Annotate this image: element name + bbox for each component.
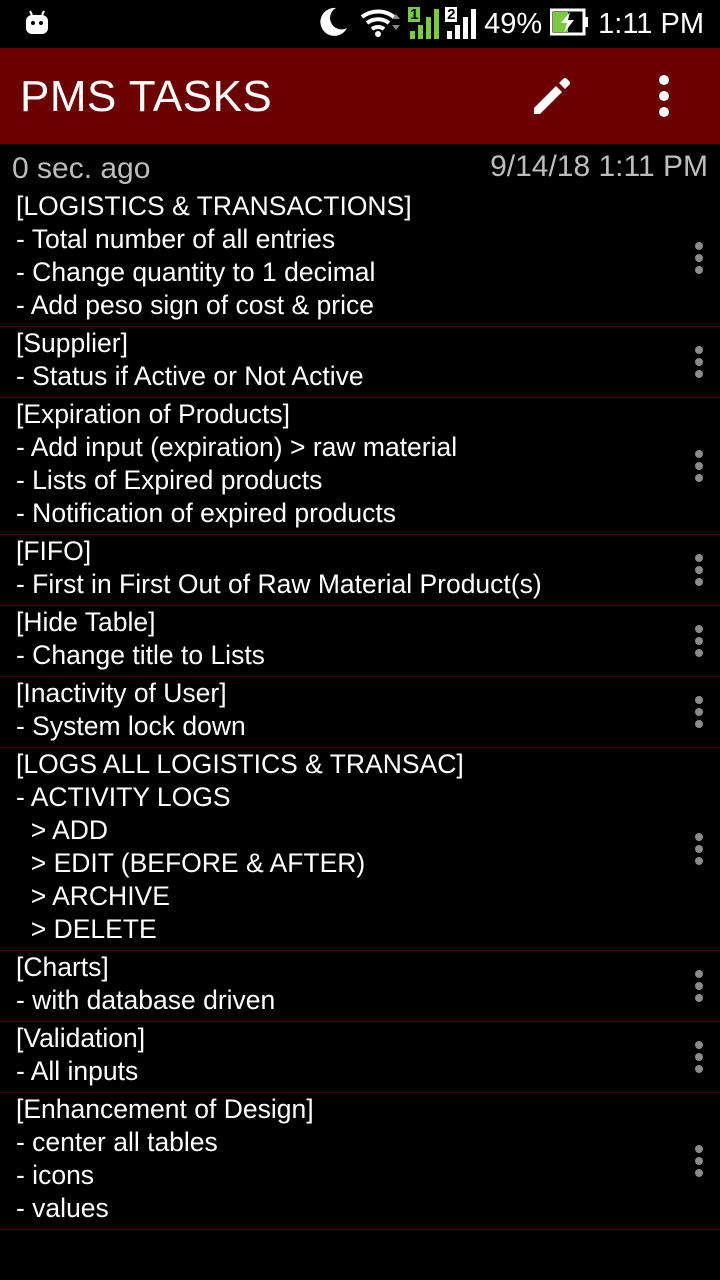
page-title: PMS TASKS bbox=[20, 72, 273, 121]
task-title: [Supplier] bbox=[16, 328, 128, 358]
overflow-menu-button[interactable] bbox=[640, 70, 688, 126]
task-options-button[interactable] bbox=[692, 831, 706, 867]
more-vert-icon bbox=[695, 554, 703, 586]
task-options-button[interactable] bbox=[692, 552, 706, 588]
task-title: [FIFO] bbox=[16, 536, 92, 566]
task-line: - with database driven bbox=[16, 985, 276, 1015]
task-title: [Validation] bbox=[16, 1023, 146, 1053]
task-list: [LOGISTICS & TRANSACTIONS] - Total number… bbox=[0, 190, 720, 1230]
clock: 1:11 PM bbox=[598, 7, 704, 40]
last-sync-datetime: 9/14/18 1:11 PM bbox=[490, 150, 708, 183]
app-bar: PMS TASKS bbox=[0, 48, 720, 144]
task-line: - All inputs bbox=[16, 1056, 139, 1086]
more-vert-icon bbox=[695, 1145, 703, 1177]
more-vert-icon bbox=[695, 625, 703, 657]
pencil-icon bbox=[528, 72, 576, 125]
task-item[interactable]: [Charts] - with database driven bbox=[0, 951, 720, 1022]
task-options-button[interactable] bbox=[692, 240, 706, 276]
more-vert-icon bbox=[695, 1041, 703, 1073]
task-line: > ARCHIVE bbox=[16, 881, 170, 911]
task-line: > EDIT (BEFORE & AFTER) bbox=[16, 848, 366, 878]
task-item[interactable]: [Hide Table] - Change title to Lists bbox=[0, 606, 720, 677]
status-bar: 1 2 49% 1:11 PM bbox=[0, 0, 720, 48]
task-line: - Total number of all entries bbox=[16, 224, 336, 254]
task-item[interactable]: [Inactivity of User] - System lock down bbox=[0, 677, 720, 748]
task-title: [Hide Table] bbox=[16, 607, 156, 637]
task-item[interactable]: [LOGS ALL LOGISTICS & TRANSAC] - ACTIVITY… bbox=[0, 748, 720, 951]
do-not-disturb-moon-icon bbox=[316, 5, 350, 44]
last-sync-relative: 0 sec. ago bbox=[12, 152, 151, 185]
task-item[interactable]: [LOGISTICS & TRANSACTIONS] - Total number… bbox=[0, 190, 720, 327]
task-line: - values bbox=[16, 1193, 109, 1223]
task-options-button[interactable] bbox=[692, 1143, 706, 1179]
task-item[interactable]: [Supplier] - Status if Active or Not Acti… bbox=[0, 327, 720, 398]
battery-percent: 49% bbox=[484, 7, 543, 40]
task-line: - System lock down bbox=[16, 711, 246, 741]
more-vert-icon bbox=[695, 242, 703, 274]
task-item[interactable]: [Expiration of Products] - Add input (exp… bbox=[0, 398, 720, 535]
more-vert-icon bbox=[657, 74, 671, 123]
task-title: [LOGISTICS & TRANSACTIONS] bbox=[16, 191, 412, 221]
task-line: > DELETE bbox=[16, 914, 157, 944]
task-item[interactable]: [Validation] - All inputs bbox=[0, 1022, 720, 1093]
task-options-button[interactable] bbox=[692, 623, 706, 659]
task-line: - First in First Out of Raw Material Pro… bbox=[16, 569, 542, 599]
android-robot-icon bbox=[24, 9, 50, 40]
task-options-button[interactable] bbox=[692, 694, 706, 730]
task-line: - Notification of expired products bbox=[16, 498, 397, 528]
task-title: [Charts] bbox=[16, 952, 109, 982]
more-vert-icon bbox=[695, 970, 703, 1002]
task-options-button[interactable] bbox=[692, 968, 706, 1004]
task-line: > ADD bbox=[16, 815, 109, 845]
task-options-button[interactable] bbox=[692, 1039, 706, 1075]
task-title: [LOGS ALL LOGISTICS & TRANSAC] bbox=[16, 749, 464, 779]
task-line: - center all tables bbox=[16, 1127, 218, 1157]
task-options-button[interactable] bbox=[692, 448, 706, 484]
task-line: - ACTIVITY LOGS bbox=[16, 782, 231, 812]
task-line: - Change title to Lists bbox=[16, 640, 265, 670]
sim1-signal-icon: 1 bbox=[408, 7, 440, 39]
task-options-button[interactable] bbox=[692, 344, 706, 380]
sync-info-row: 0 sec. ago 9/14/18 1:11 PM bbox=[0, 144, 720, 188]
task-line: - Add input (expiration) > raw material bbox=[16, 432, 458, 462]
more-vert-icon bbox=[695, 833, 703, 865]
status-icons: 1 2 49% 1:11 PM bbox=[316, 0, 704, 48]
task-line: - Lists of Expired products bbox=[16, 465, 323, 495]
more-vert-icon bbox=[695, 696, 703, 728]
task-title: [Expiration of Products] bbox=[16, 399, 290, 429]
wifi-icon bbox=[358, 5, 402, 44]
edit-button[interactable] bbox=[524, 70, 580, 126]
task-title: [Inactivity of User] bbox=[16, 678, 227, 708]
task-line: - Change quantity to 1 decimal bbox=[16, 257, 376, 287]
task-line: - icons bbox=[16, 1160, 95, 1190]
more-vert-icon bbox=[695, 450, 703, 482]
sim2-signal-icon: 2 bbox=[445, 7, 477, 39]
battery-charging-icon bbox=[549, 8, 590, 41]
task-item[interactable]: [FIFO] - First in First Out of Raw Materi… bbox=[0, 535, 720, 606]
task-line: - Status if Active or Not Active bbox=[16, 361, 364, 391]
task-title: [Enhancement of Design] bbox=[16, 1094, 314, 1124]
task-line: - Add peso sign of cost & price bbox=[16, 290, 374, 320]
task-item[interactable]: [Enhancement of Design] - center all tabl… bbox=[0, 1093, 720, 1230]
more-vert-icon bbox=[695, 346, 703, 378]
